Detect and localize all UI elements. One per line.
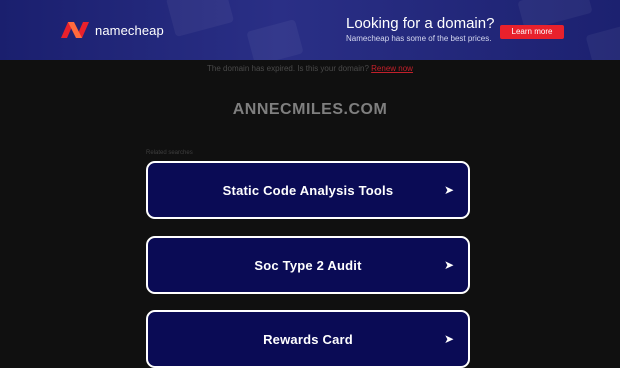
promo-subtitle: Namecheap has some of the best prices. (346, 34, 492, 43)
expired-notice-text: The domain has expired. Is this your dom… (207, 64, 369, 73)
namecheap-banner[interactable]: namecheap Looking for a domain? Namechea… (0, 0, 620, 60)
renew-now-link[interactable]: Renew now (371, 64, 413, 73)
banner-decoration (246, 19, 304, 60)
banner-decoration (165, 0, 235, 38)
arrow-right-icon: ➤ (443, 332, 454, 346)
namecheap-logo[interactable]: namecheap (60, 20, 164, 40)
related-search-label: Rewards Card (263, 331, 353, 347)
brand-name: namecheap (95, 22, 164, 38)
arrow-right-icon: ➤ (443, 258, 454, 272)
related-search-card[interactable]: Rewards Card ➤ (146, 310, 470, 368)
related-searches-label: Related searches (146, 150, 193, 156)
arrow-right-icon: ➤ (443, 183, 454, 197)
namecheap-logo-icon (61, 22, 89, 38)
related-search-card[interactable]: Static Code Analysis Tools ➤ (146, 161, 470, 219)
related-search-card[interactable]: Soc Type 2 Audit ➤ (146, 236, 470, 294)
related-search-label: Static Code Analysis Tools (222, 182, 394, 198)
promo-title: Looking for a domain? (346, 15, 495, 32)
related-search-label: Soc Type 2 Audit (254, 257, 362, 273)
domain-name: ANNECMILES.COM (232, 101, 388, 118)
learn-more-button[interactable]: Learn more (500, 25, 564, 39)
banner-decoration (585, 25, 620, 60)
expired-notice: The domain has expired. Is this your dom… (0, 64, 620, 73)
